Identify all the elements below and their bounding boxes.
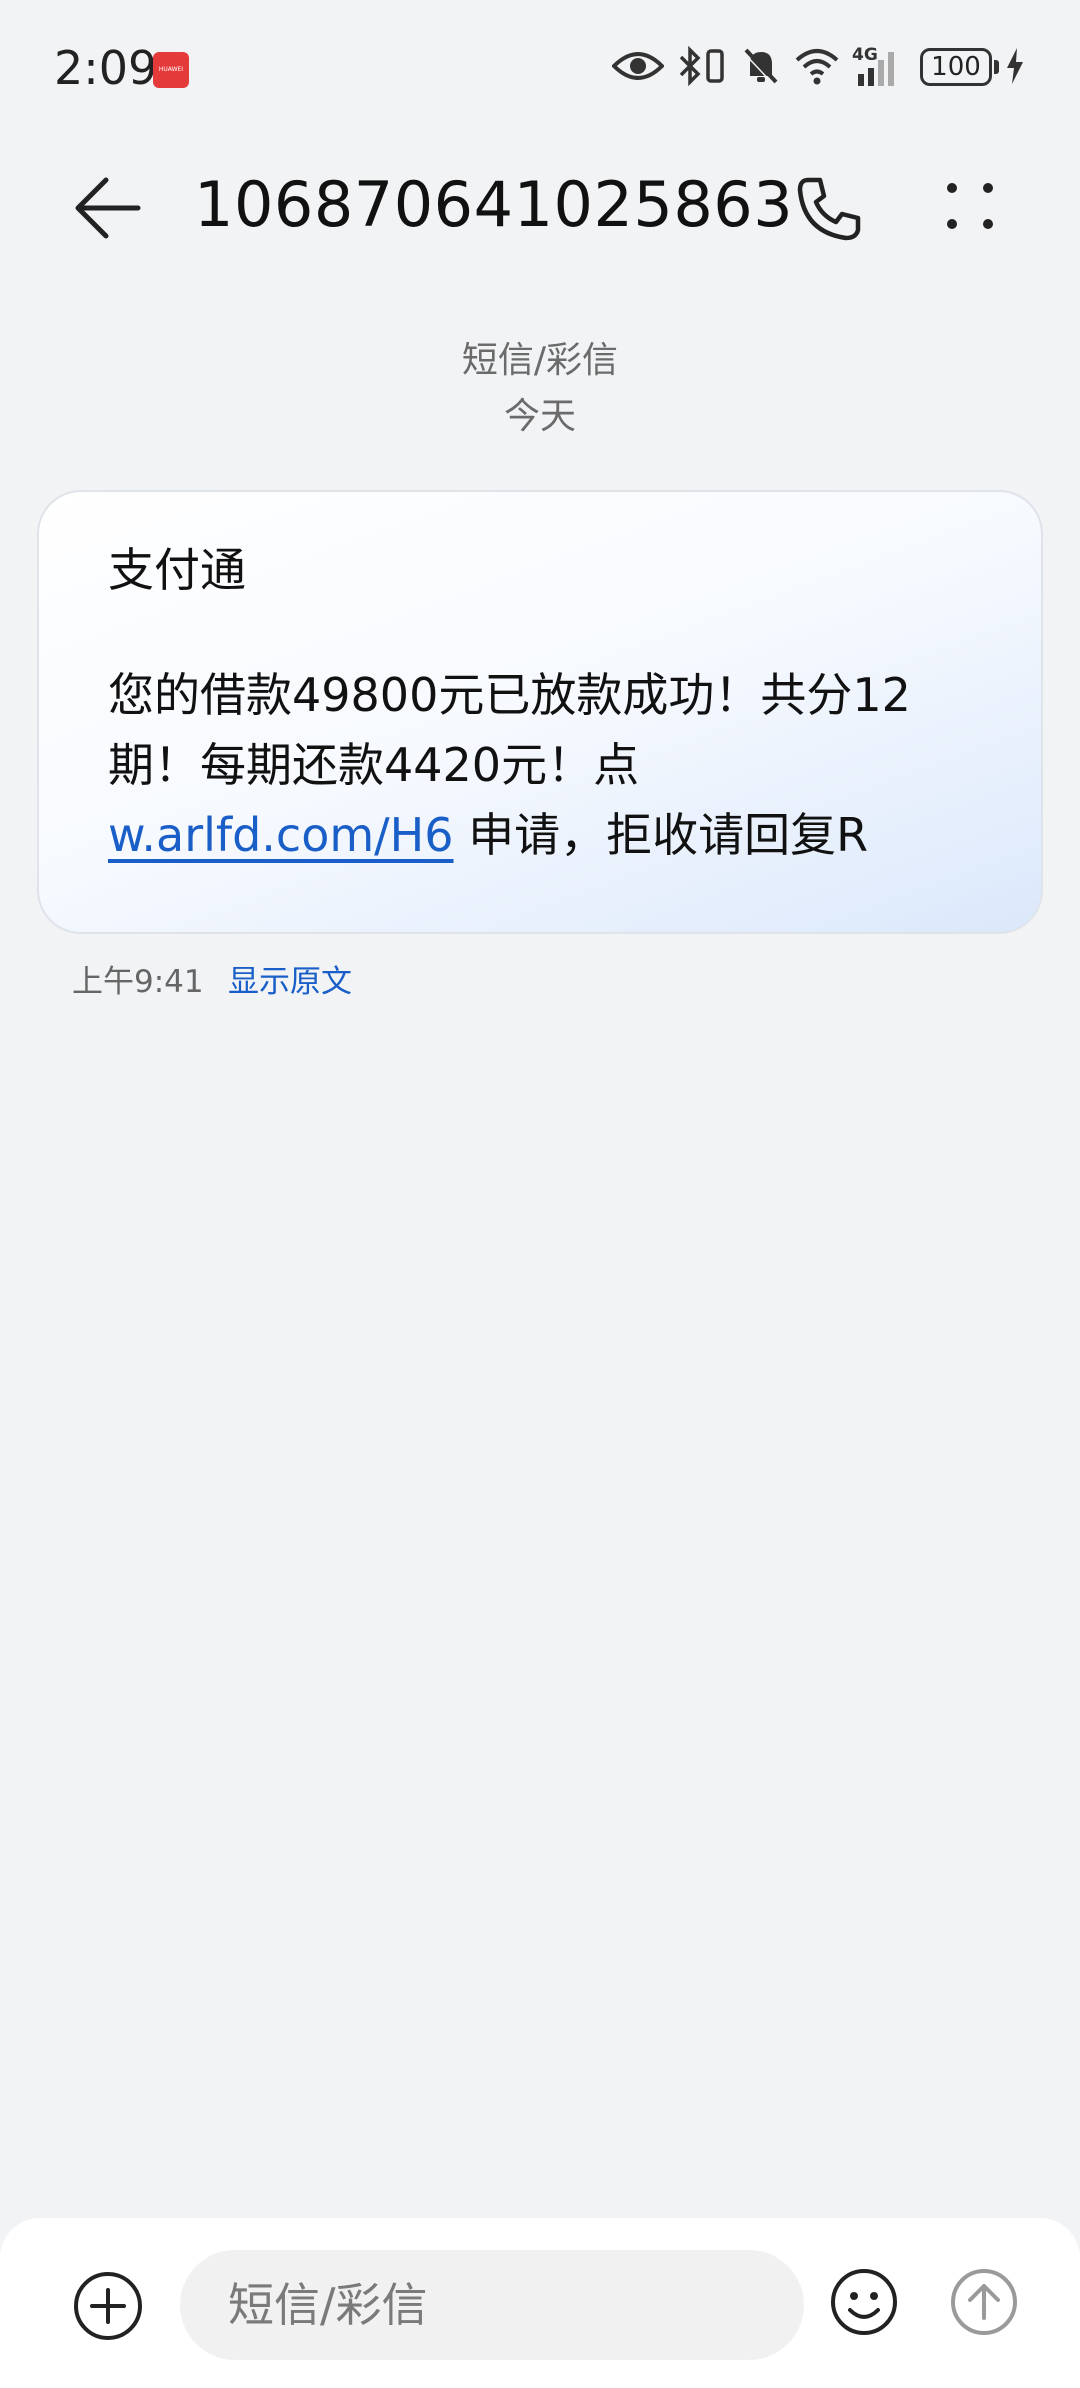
message-link[interactable]: w.arlfd.com/H6	[108, 808, 454, 862]
status-time: 2:09	[54, 41, 158, 95]
send-arrow-icon	[951, 2269, 1017, 2335]
more-options-button[interactable]	[930, 168, 1010, 248]
message-sender: 支付通	[108, 543, 246, 597]
signal-4g-icon: 4G	[852, 44, 910, 88]
send-button[interactable]	[948, 2266, 1020, 2338]
emoji-button[interactable]	[828, 2266, 900, 2338]
svg-text:4G: 4G	[852, 45, 878, 65]
battery-icon: 100	[920, 48, 992, 86]
phone-icon	[797, 177, 861, 241]
app-notification-icon: HUAWEI	[153, 52, 189, 88]
back-button[interactable]	[70, 168, 150, 248]
charging-icon	[1004, 44, 1026, 88]
message-text: 您的借款49800元已放款成功！共分12期！每期还款4420元！点	[108, 668, 911, 792]
message-text-tail: 申请，拒收请回复R	[453, 808, 869, 862]
app-badge-label: HUAWEI	[158, 66, 184, 73]
message-timestamp: 上午9:41	[72, 964, 204, 1000]
add-attachment-button[interactable]	[70, 2268, 146, 2344]
more-dots-icon	[947, 183, 993, 229]
plus-circle-icon	[74, 2272, 142, 2340]
bluetooth-icon	[676, 44, 704, 88]
back-arrow-icon	[75, 177, 141, 239]
call-button[interactable]	[790, 168, 870, 248]
wifi-icon	[792, 44, 842, 88]
mute-bell-icon	[740, 44, 782, 88]
contact-title: 106870641025863	[194, 168, 794, 241]
eye-icon	[612, 44, 664, 88]
vibrate-icon	[704, 44, 726, 88]
date-divider: 今天	[503, 396, 576, 437]
smiley-icon	[831, 2269, 897, 2335]
message-input[interactable]	[180, 2250, 804, 2360]
message-body: 您的借款49800元已放款成功！共分12期！每期还款4420元！点 w.arlf…	[108, 660, 948, 870]
battery-tip	[994, 60, 999, 74]
show-original-link[interactable]: 显示原文	[228, 962, 352, 1002]
thread-type-label: 短信/彩信	[461, 340, 619, 381]
